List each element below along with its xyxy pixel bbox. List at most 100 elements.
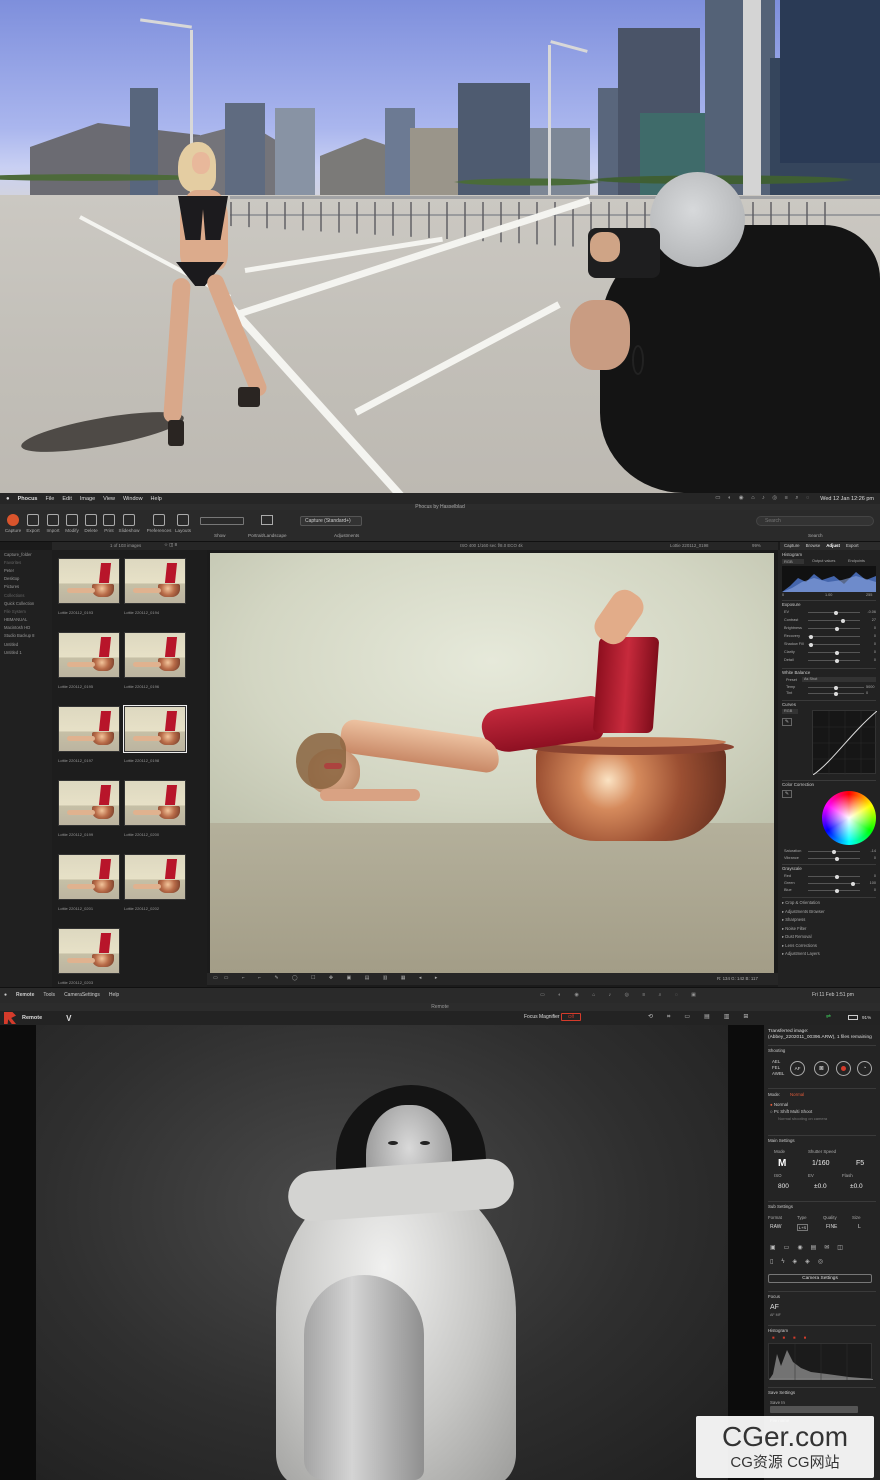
- adjust-slider[interactable]: [808, 874, 860, 879]
- record-button[interactable]: [836, 1061, 851, 1076]
- shooting-section-title[interactable]: Shooting: [768, 1048, 785, 1053]
- menu-tools[interactable]: Tools: [43, 992, 55, 998]
- tree-item[interactable]: Capture_folder: [0, 550, 52, 558]
- thumbnail[interactable]: [123, 705, 187, 753]
- aspect-ratio-icon[interactable]: ▣: [770, 1245, 784, 1251]
- adjust-slider[interactable]: [808, 642, 860, 647]
- slider-value[interactable]: 0: [874, 856, 876, 860]
- thumbnail[interactable]: [58, 558, 120, 604]
- tool-section-item[interactable]: ▸ Crop & Orientation: [782, 900, 820, 905]
- main-image-viewer[interactable]: [210, 553, 774, 973]
- menu-view[interactable]: View: [103, 496, 115, 502]
- slider-value[interactable]: 0: [874, 650, 876, 654]
- view-mode-icons[interactable]: ⟲⌗▭▤▥⊞: [648, 1013, 762, 1021]
- color-wheel[interactable]: [822, 791, 876, 845]
- adjust-slider[interactable]: [808, 650, 860, 655]
- tone-curve[interactable]: [812, 710, 878, 776]
- stabilizer-icon[interactable]: ◈: [805, 1259, 818, 1265]
- size-value[interactable]: L: [858, 1224, 861, 1230]
- layouts-button[interactable]: Layouts: [172, 514, 194, 533]
- main-settings-section-title[interactable]: Main Settings: [768, 1138, 795, 1143]
- curves-channel-select[interactable]: RGB: [782, 709, 798, 714]
- adjust-slider[interactable]: [808, 634, 860, 639]
- thumbnail[interactable]: [58, 780, 120, 826]
- focus-af-value[interactable]: AF: [770, 1304, 779, 1311]
- live-view-image[interactable]: [36, 1025, 728, 1480]
- tool-section-item[interactable]: ▸ Sharpness: [782, 917, 805, 922]
- exposure-mode-value[interactable]: M: [778, 1158, 786, 1169]
- menu-remote[interactable]: Remote: [16, 992, 34, 998]
- tab-browse[interactable]: Browse: [806, 542, 821, 550]
- grayscale-section-title[interactable]: Grayscale: [782, 866, 802, 871]
- wb-tint-slider[interactable]: [808, 691, 864, 696]
- flash-value[interactable]: ±0.0: [850, 1183, 863, 1190]
- histogram-section-title[interactable]: Histogram: [782, 552, 802, 557]
- tree-item[interactable]: Untitled: [0, 640, 52, 648]
- sub-settings-icon-grid[interactable]: ▣▭◉▤✉◫ ▯ϟ◈◈◎: [770, 1241, 874, 1271]
- tree-item[interactable]: Studio Backup 8: [0, 632, 52, 640]
- shutter-speed-value[interactable]: 1/160: [812, 1160, 830, 1167]
- color-eyedropper-icon[interactable]: ✎: [782, 790, 792, 798]
- menu-phocus[interactable]: Phocus: [18, 496, 38, 502]
- thumbnail[interactable]: [58, 706, 120, 752]
- menu-help[interactable]: Help: [151, 496, 162, 502]
- print-button[interactable]: Print: [98, 514, 120, 533]
- slider-value[interactable]: 0: [874, 634, 876, 638]
- tool-section-item[interactable]: ▸ Noise Filter: [782, 926, 806, 931]
- menu-file[interactable]: File: [46, 496, 55, 502]
- slider-value[interactable]: -14: [871, 849, 877, 853]
- slider-value[interactable]: 100: [870, 881, 876, 885]
- adjust-slider[interactable]: [808, 610, 860, 615]
- flash-icon[interactable]: ϟ: [781, 1259, 792, 1265]
- adjust-slider[interactable]: [808, 626, 860, 631]
- preferences-button[interactable]: Preferences: [145, 514, 173, 533]
- curves-graph[interactable]: [812, 710, 878, 776]
- slider-value[interactable]: 0: [874, 658, 876, 662]
- histogram-section-title-remote[interactable]: Histogram: [768, 1328, 788, 1333]
- iso-value[interactable]: 800: [778, 1183, 789, 1190]
- menu-image[interactable]: Image: [80, 496, 95, 502]
- steadyshot-icon[interactable]: ◈: [793, 1259, 806, 1265]
- export-button[interactable]: Export: [22, 514, 44, 533]
- histogram-channel-select[interactable]: RGB: [782, 559, 804, 564]
- mode-option-pixel-shift[interactable]: ○ Pc Shift Multi Shoot: [770, 1109, 812, 1114]
- exposure-comp-icon[interactable]: ◎: [818, 1259, 831, 1265]
- adjust-slider[interactable]: [808, 888, 860, 893]
- histogram-channel-toggles[interactable]: ■■■■: [772, 1335, 814, 1340]
- color-correction-section-title[interactable]: Color Correction: [782, 782, 814, 787]
- apple-icon[interactable]: ●: [4, 992, 7, 998]
- menu-window[interactable]: Window: [123, 496, 143, 502]
- thumbnail[interactable]: [124, 854, 186, 900]
- adjust-slider[interactable]: [808, 658, 860, 663]
- picture-profile-icon[interactable]: ◫: [837, 1245, 851, 1251]
- adjust-slider[interactable]: [808, 618, 860, 623]
- tab-adjust[interactable]: Adjust: [826, 542, 840, 550]
- focus-section-title[interactable]: Focus: [768, 1294, 780, 1299]
- wb-preset-select[interactable]: As Shot: [802, 677, 876, 682]
- iso-auto-icon[interactable]: ▤: [811, 1245, 825, 1251]
- tool-section-item[interactable]: ▸ Dust Removal: [782, 934, 812, 939]
- shutter-release-button[interactable]: ◙: [814, 1061, 829, 1076]
- slider-value[interactable]: -0.06: [867, 610, 876, 614]
- wb-icon[interactable]: ✉: [824, 1245, 837, 1251]
- white-balance-section-title[interactable]: White Balance: [782, 670, 810, 675]
- focus-magnifier-toggle[interactable]: Off: [561, 1013, 581, 1021]
- tab-export[interactable]: Export: [846, 542, 859, 550]
- thumbnail[interactable]: [124, 780, 186, 826]
- menu-edit[interactable]: Edit: [62, 496, 71, 502]
- tree-item[interactable]: Untitled 1: [0, 648, 52, 656]
- zoom-level[interactable]: 99%: [752, 543, 761, 548]
- camera-settings-button[interactable]: Camera Settings: [768, 1274, 872, 1283]
- tree-item[interactable]: Desktop: [0, 575, 52, 583]
- frame-icon[interactable]: ▭: [784, 1245, 798, 1251]
- quality-value[interactable]: FINE: [826, 1224, 837, 1230]
- format-value[interactable]: RAW: [770, 1224, 781, 1230]
- drive-icon[interactable]: ▯: [770, 1259, 781, 1265]
- menu-camerasettings[interactable]: CameraSettings: [64, 992, 100, 998]
- mode-option-normal[interactable]: ● Normal: [770, 1102, 788, 1107]
- save-in-path-field[interactable]: [770, 1406, 858, 1413]
- metering-icon[interactable]: ◉: [797, 1245, 810, 1251]
- star-filter-icon[interactable]: ☆ ◫ ≡: [164, 542, 177, 548]
- adjust-slider[interactable]: [808, 856, 860, 861]
- curves-section-title[interactable]: Curves: [782, 702, 796, 707]
